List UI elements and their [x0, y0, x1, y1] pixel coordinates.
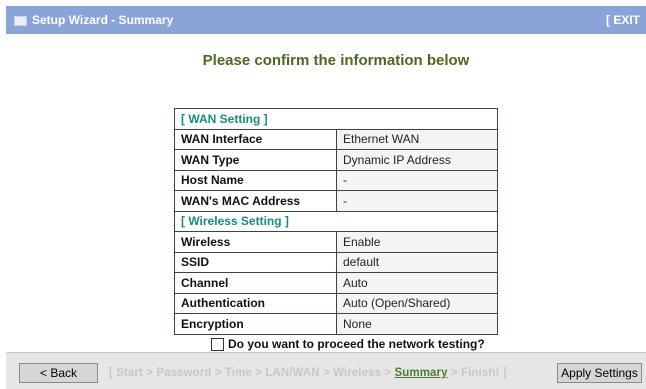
row-value: Ethernet WAN	[336, 128, 498, 150]
window-icon	[14, 16, 27, 26]
row-value: default	[336, 251, 498, 273]
table-row: SSID default	[174, 251, 498, 273]
table-row: Channel Auto	[174, 272, 498, 294]
wan-section-title: [ WAN Setting ]	[174, 108, 498, 130]
row-value: -	[336, 190, 498, 212]
wan-section-row: [ WAN Setting ]	[174, 108, 498, 130]
wireless-section-row: [ Wireless Setting ]	[174, 210, 498, 232]
row-value: -	[336, 169, 498, 191]
table-row: Wireless Enable	[174, 231, 498, 253]
apply-settings-button[interactable]: Apply Settings	[557, 363, 642, 383]
current-step: Summary	[394, 367, 448, 379]
row-label: Authentication	[174, 292, 337, 314]
table-row: Encryption None	[174, 313, 498, 335]
table-row: WAN's MAC Address -	[174, 190, 498, 212]
row-value: Auto	[336, 272, 498, 294]
summary-panel: Please confirm the information below [ W…	[6, 34, 646, 346]
table-row: Host Name -	[174, 169, 498, 191]
row-label: Encryption	[174, 313, 337, 335]
wizard-steps: [ Start > Password > Time > LAN/WAN > Wi…	[109, 367, 507, 379]
title-bar: Setup Wizard - Summary [ EXIT	[6, 6, 646, 34]
table-row: WAN Interface Ethernet WAN	[174, 128, 498, 150]
steps-suffix: > Finish! ]	[447, 367, 507, 379]
row-label: WAN Type	[174, 149, 337, 171]
row-label: WAN Interface	[174, 128, 337, 150]
steps-prefix: [ Start > Password > Time > LAN/WAN > Wi…	[109, 367, 395, 379]
row-value: Enable	[336, 231, 498, 253]
network-test-checkbox[interactable]	[211, 337, 224, 351]
network-test-option[interactable]: Do you want to proceed the network testi…	[211, 337, 485, 351]
row-label: Wireless	[174, 231, 337, 253]
row-value: Auto (Open/Shared)	[336, 292, 498, 314]
table-row: WAN Type Dynamic IP Address	[174, 149, 498, 171]
network-test-label: Do you want to proceed the network testi…	[228, 337, 485, 351]
summary-table: [ WAN Setting ] WAN Interface Ethernet W…	[174, 108, 498, 335]
row-label: Host Name	[174, 169, 337, 191]
window-title: Setup Wizard - Summary	[32, 13, 174, 27]
page-heading: Please confirm the information below	[202, 52, 470, 69]
table-row: Authentication Auto (Open/Shared)	[174, 292, 498, 314]
row-label: SSID	[174, 251, 337, 273]
wireless-section-title: [ Wireless Setting ]	[174, 210, 498, 232]
back-button[interactable]: < Back	[19, 363, 98, 383]
row-label: WAN's MAC Address	[174, 190, 337, 212]
wizard-footer: < Back [ Start > Password > Time > LAN/W…	[6, 352, 646, 389]
exit-link[interactable]: [ EXIT	[606, 13, 640, 27]
row-value: Dynamic IP Address	[336, 149, 498, 171]
row-label: Channel	[174, 272, 337, 294]
row-value: None	[336, 313, 498, 335]
